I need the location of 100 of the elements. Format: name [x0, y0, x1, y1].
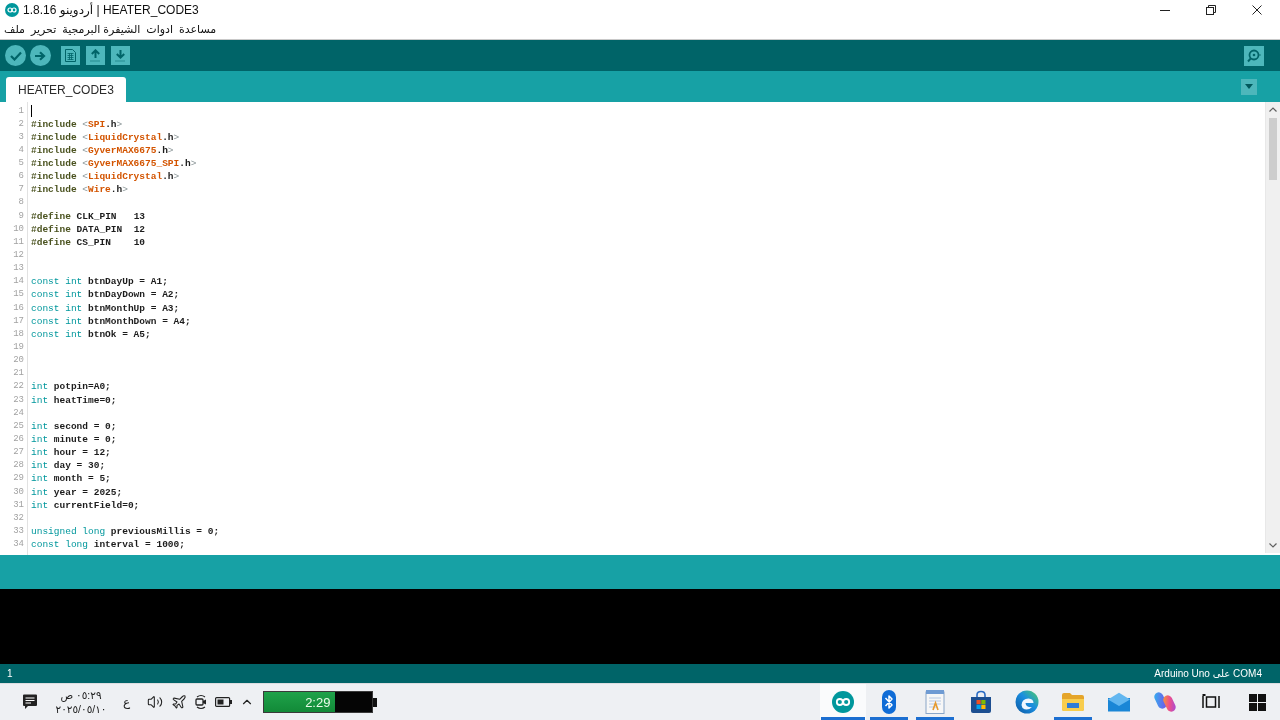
- bluetooth-icon: [882, 690, 896, 714]
- code-line: #include <GyverMAX6675_SPI.h>: [31, 157, 197, 171]
- line-number: 10: [12, 222, 25, 236]
- line-number: 29: [12, 472, 25, 486]
- magnifier-icon: [1247, 48, 1261, 63]
- code-line: const int btnOk = A5;: [31, 327, 151, 342]
- line-number: 5: [17, 157, 25, 171]
- battery-time: 2:29: [305, 694, 331, 710]
- line-number: 26: [12, 433, 25, 446]
- save-button[interactable]: [111, 46, 130, 65]
- line-number: 12: [12, 249, 25, 263]
- shopping-bag-icon: [970, 690, 992, 714]
- scrollbar-thumb[interactable]: [1269, 118, 1277, 180]
- restore-icon: [1206, 5, 1216, 15]
- folder-icon: [1061, 692, 1085, 712]
- code-line: int currentField=0;: [31, 498, 140, 512]
- caret-down-icon: [1245, 84, 1253, 89]
- infinity-logo-icon: [832, 691, 854, 713]
- line-number: 1: [17, 104, 25, 118]
- line-number: 34: [12, 538, 25, 552]
- code-line: int year = 2025;: [31, 485, 123, 499]
- line-number: 11: [12, 235, 25, 249]
- serial-monitor-button[interactable]: [1244, 45, 1264, 66]
- envelope-icon: [1107, 692, 1131, 712]
- browser-icon: [1015, 690, 1039, 714]
- line-number: 20: [12, 354, 25, 368]
- code-line: #include <LiquidCrystal.h>: [31, 130, 180, 144]
- code-line: const int btnMonthDown = A4;: [31, 314, 191, 328]
- notification-icon[interactable]: [22, 694, 38, 710]
- code-line: int potpin=A0;: [31, 380, 111, 394]
- menu-item[interactable]: مساعدة: [176, 20, 220, 39]
- vertical-scrollbar[interactable]: [1265, 102, 1280, 553]
- line-number: 19: [12, 341, 25, 355]
- arrow-down-icon: [115, 49, 126, 62]
- code-line: int month = 5;: [31, 472, 111, 486]
- code-line: #define CLK_PIN 13: [31, 209, 146, 223]
- line-number: 4: [17, 143, 25, 157]
- code-line: #define CS_PIN 10: [31, 235, 146, 250]
- sketch-tab[interactable]: HEATER_CODE3: [6, 77, 126, 102]
- code-line: int heatTime=0;: [31, 393, 117, 407]
- camera-icon[interactable]: [195, 694, 208, 710]
- line-number: 17: [12, 314, 25, 328]
- code-line: int hour = 12;: [31, 446, 111, 460]
- line-indicator: 1: [7, 668, 13, 679]
- line-number: 25: [12, 419, 25, 433]
- clock-time[interactable]: ٠٥:٢٩ ص: [60, 688, 102, 702]
- verify-button[interactable]: [5, 45, 26, 66]
- line-number: 30: [12, 485, 25, 499]
- line-number: 33: [12, 525, 25, 538]
- line-number: 31: [12, 498, 25, 512]
- menu-item[interactable]: ادوات: [143, 20, 176, 39]
- check-icon: [9, 50, 22, 61]
- line-number: 6: [17, 170, 25, 184]
- line-number: 27: [12, 446, 25, 460]
- line-number: 16: [12, 301, 25, 315]
- swirl-icon: [1153, 690, 1177, 714]
- line-number: 13: [12, 262, 25, 276]
- new-sketch-button[interactable]: [61, 46, 80, 65]
- code-line: int minute = 0;: [31, 433, 117, 447]
- airplane-icon[interactable]: [171, 694, 188, 710]
- minimize-icon: [1160, 9, 1170, 11]
- upload-button[interactable]: [30, 45, 51, 66]
- battery-icon[interactable]: [215, 697, 233, 707]
- line-number: 18: [12, 327, 25, 341]
- task-view-icon: [1202, 694, 1220, 710]
- tab-menu-button[interactable]: [1241, 78, 1257, 95]
- language-indicator[interactable]: ع: [123, 695, 131, 709]
- line-number: 14: [12, 275, 25, 289]
- line-number: 22: [12, 380, 25, 394]
- line-number: 28: [12, 459, 25, 473]
- close-icon: [1252, 5, 1262, 15]
- line-number: 21: [12, 367, 25, 381]
- code-line: #include <SPI.h>: [31, 117, 123, 131]
- infinity-logo-icon: [5, 3, 19, 17]
- code-line: const int btnDayDown = A2;: [31, 288, 180, 302]
- code-line: int second = 0;: [31, 419, 117, 433]
- menu-item[interactable]: الشيفرة البرمجية: [59, 20, 144, 39]
- line-number: 8: [17, 196, 25, 210]
- window-title: أردوينو 1.8.16 | HEATER_CODE3: [23, 3, 199, 17]
- line-number: 2: [17, 117, 25, 131]
- code-line: #include <GyverMAX6675.h>: [31, 143, 174, 158]
- document-icon: [65, 49, 76, 62]
- line-number: 3: [17, 130, 25, 144]
- code-line: int day = 30;: [31, 459, 106, 473]
- code-line: const int btnMonthUp = A3;: [31, 301, 180, 315]
- code-line: #define DATA_PIN 12: [31, 222, 146, 236]
- line-number: 9: [17, 209, 25, 223]
- code-line: #include <LiquidCrystal.h>: [31, 170, 180, 184]
- clock-date[interactable]: ٢٠٢٥/٠٥/١٠: [55, 702, 107, 716]
- taskbar-app-button[interactable]: [820, 684, 866, 720]
- arrow-right-icon: [35, 50, 46, 61]
- code-line: #include <Wire.h>: [31, 183, 128, 197]
- start-icon: [1248, 693, 1266, 711]
- code-line: unsigned long previousMillis = 0;: [31, 525, 220, 539]
- code-line: const int btnDayUp = A1;: [31, 275, 168, 289]
- board-port-label: Arduino Uno على COM4: [1154, 668, 1262, 679]
- speaker-icon[interactable]: [147, 694, 164, 710]
- open-button[interactable]: [86, 46, 105, 65]
- line-number: 23: [12, 393, 25, 407]
- code-line: const long interval = 1000;: [31, 538, 185, 552]
